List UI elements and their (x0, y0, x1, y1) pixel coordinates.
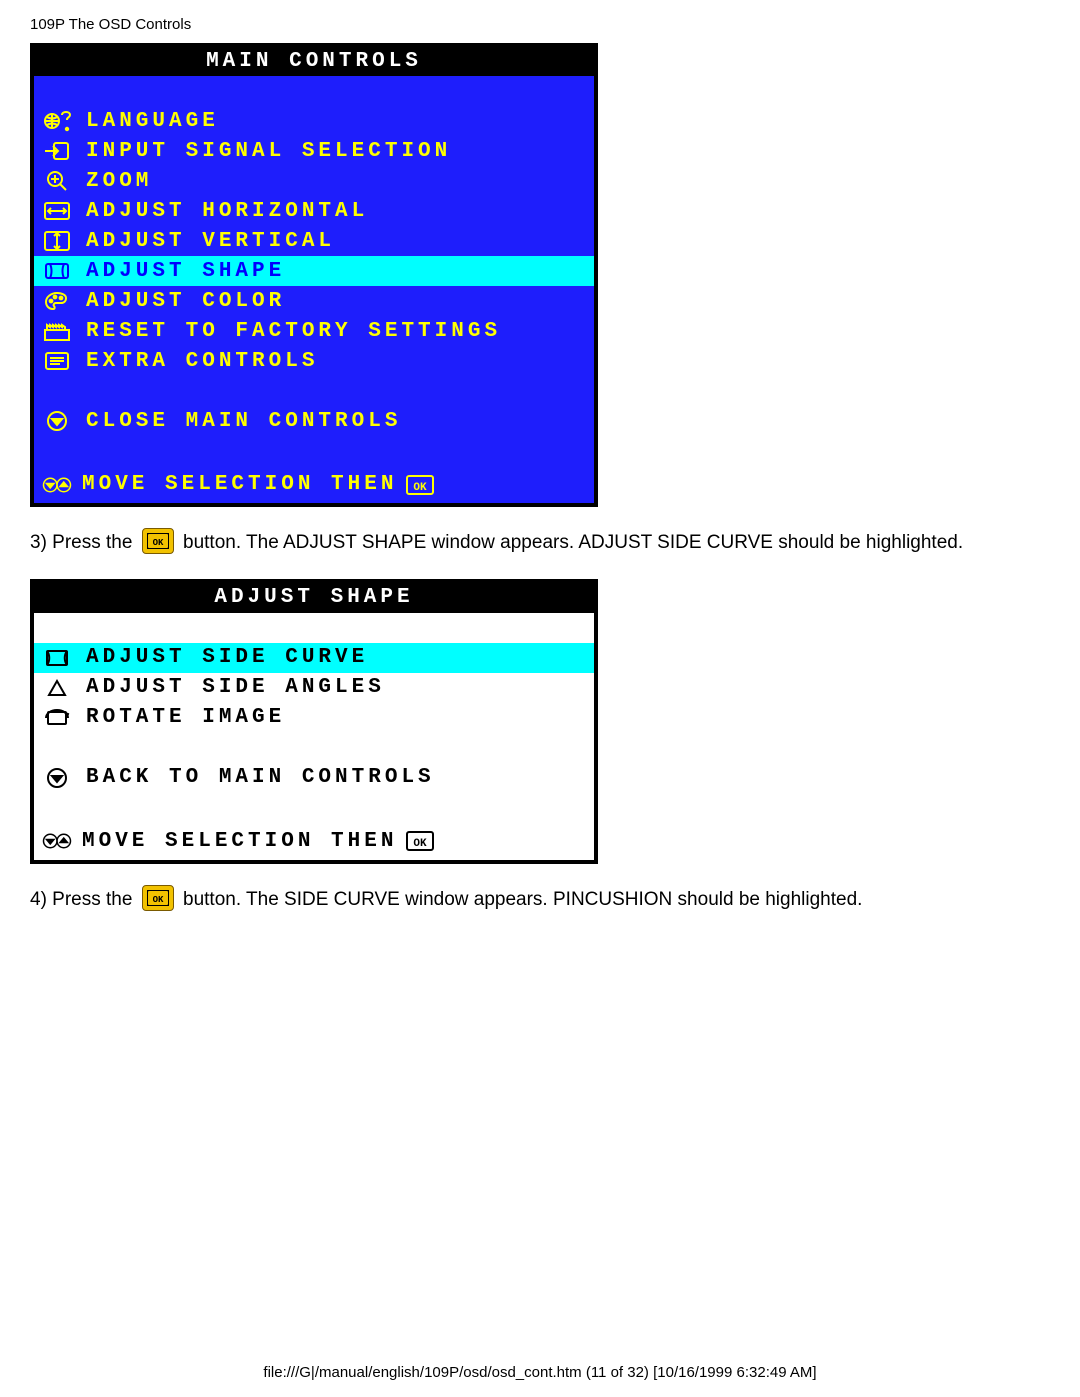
menu-label: ZOOM (86, 169, 152, 194)
ok-box-icon: OK (405, 829, 435, 853)
menu-item-adjust-horizontal[interactable]: ADJUST HORIZONTAL (34, 196, 594, 226)
ok-box-icon: OK (405, 473, 435, 497)
menu-item-language[interactable]: LANGUAGE (34, 106, 594, 136)
step-4-text: 4) Press the OK button. The SIDE CURVE w… (30, 882, 990, 918)
adjust-horizontal-icon (42, 199, 72, 223)
adjust-shape-icon (42, 259, 72, 283)
menu-label: ADJUST VERTICAL (86, 229, 335, 254)
menu-label: CLOSE MAIN CONTROLS (86, 409, 401, 434)
menu-label: RESET TO FACTORY SETTINGS (86, 319, 501, 344)
svg-text:OK: OK (414, 838, 428, 850)
step-suffix: button. The SIDE CURVE window appears. P… (183, 889, 862, 910)
menu-item-zoom[interactable]: ZOOM (34, 166, 594, 196)
menu-label: BACK TO MAIN CONTROLS (86, 765, 435, 790)
menu-item-close[interactable]: CLOSE MAIN CONTROLS (34, 406, 594, 436)
menu-label: ADJUST SHAPE (86, 259, 285, 284)
osd-title: ADJUST SHAPE (34, 583, 594, 612)
down-arrow-circle-icon (42, 766, 72, 790)
page-footer: file:///G|/manual/english/109P/osd/osd_c… (0, 1364, 1080, 1381)
menu-item-adjust-shape[interactable]: ADJUST SHAPE (34, 256, 594, 286)
globe-question-icon (42, 109, 72, 133)
menu-item-side-curve[interactable]: ADJUST SIDE CURVE (34, 643, 594, 673)
step-3-text: 3) Press the OK button. The ADJUST SHAPE… (30, 525, 990, 561)
input-arrow-icon (42, 139, 72, 163)
osd-adjust-shape: ADJUST SHAPE ADJUST SIDE CURVE ADJUST SI… (30, 579, 598, 863)
ok-button-icon: OK (142, 885, 174, 911)
menu-label: ADJUST SIDE ANGLES (86, 675, 385, 700)
palette-icon (42, 289, 72, 313)
menu-item-extra-controls[interactable]: EXTRA CONTROLS (34, 346, 594, 376)
osd-hint: MOVE SELECTION THEN OK (34, 823, 594, 860)
menu-label: ROTATE IMAGE (86, 705, 285, 730)
menu-label: LANGUAGE (86, 109, 219, 134)
menu-item-side-angles[interactable]: ADJUST SIDE ANGLES (34, 673, 594, 703)
svg-text:OK: OK (414, 482, 428, 494)
side-angles-icon (42, 676, 72, 700)
hint-text: MOVE SELECTION THEN (82, 472, 397, 497)
side-curve-icon (42, 646, 72, 670)
hint-text: MOVE SELECTION THEN (82, 829, 397, 854)
menu-label: ADJUST SIDE CURVE (86, 645, 368, 670)
menu-label: ADJUST COLOR (86, 289, 285, 314)
menu-label: INPUT SIGNAL SELECTION (86, 139, 451, 164)
extra-controls-icon (42, 349, 72, 373)
menu-label: ADJUST HORIZONTAL (86, 199, 368, 224)
factory-reset-icon (42, 319, 72, 343)
menu-label: EXTRA CONTROLS (86, 349, 318, 374)
menu-item-back[interactable]: BACK TO MAIN CONTROLS (34, 763, 594, 793)
magnifier-plus-icon (42, 169, 72, 193)
menu-item-adjust-color[interactable]: ADJUST COLOR (34, 286, 594, 316)
svg-text:OK: OK (152, 895, 163, 905)
menu-item-adjust-vertical[interactable]: ADJUST VERTICAL (34, 226, 594, 256)
up-down-arrows-icon (42, 473, 72, 497)
svg-text:OK: OK (152, 538, 163, 548)
down-arrow-circle-icon (42, 409, 72, 433)
osd-main-controls: MAIN CONTROLS LANGUAGE INPUT SIGNAL SELE… (30, 43, 598, 507)
adjust-vertical-icon (42, 229, 72, 253)
up-down-arrows-icon (42, 829, 72, 853)
step-prefix: 4) Press the (30, 889, 138, 910)
step-suffix: button. The ADJUST SHAPE window appears.… (183, 532, 963, 553)
menu-item-factory-reset[interactable]: RESET TO FACTORY SETTINGS (34, 316, 594, 346)
step-prefix: 3) Press the (30, 532, 138, 553)
rotate-image-icon (42, 706, 72, 730)
ok-button-icon: OK (142, 528, 174, 554)
menu-item-rotate-image[interactable]: ROTATE IMAGE (34, 703, 594, 733)
osd-title: MAIN CONTROLS (34, 47, 594, 76)
page-header: 109P The OSD Controls (30, 16, 1050, 33)
osd-hint: MOVE SELECTION THEN OK (34, 466, 594, 503)
menu-item-input-signal[interactable]: INPUT SIGNAL SELECTION (34, 136, 594, 166)
